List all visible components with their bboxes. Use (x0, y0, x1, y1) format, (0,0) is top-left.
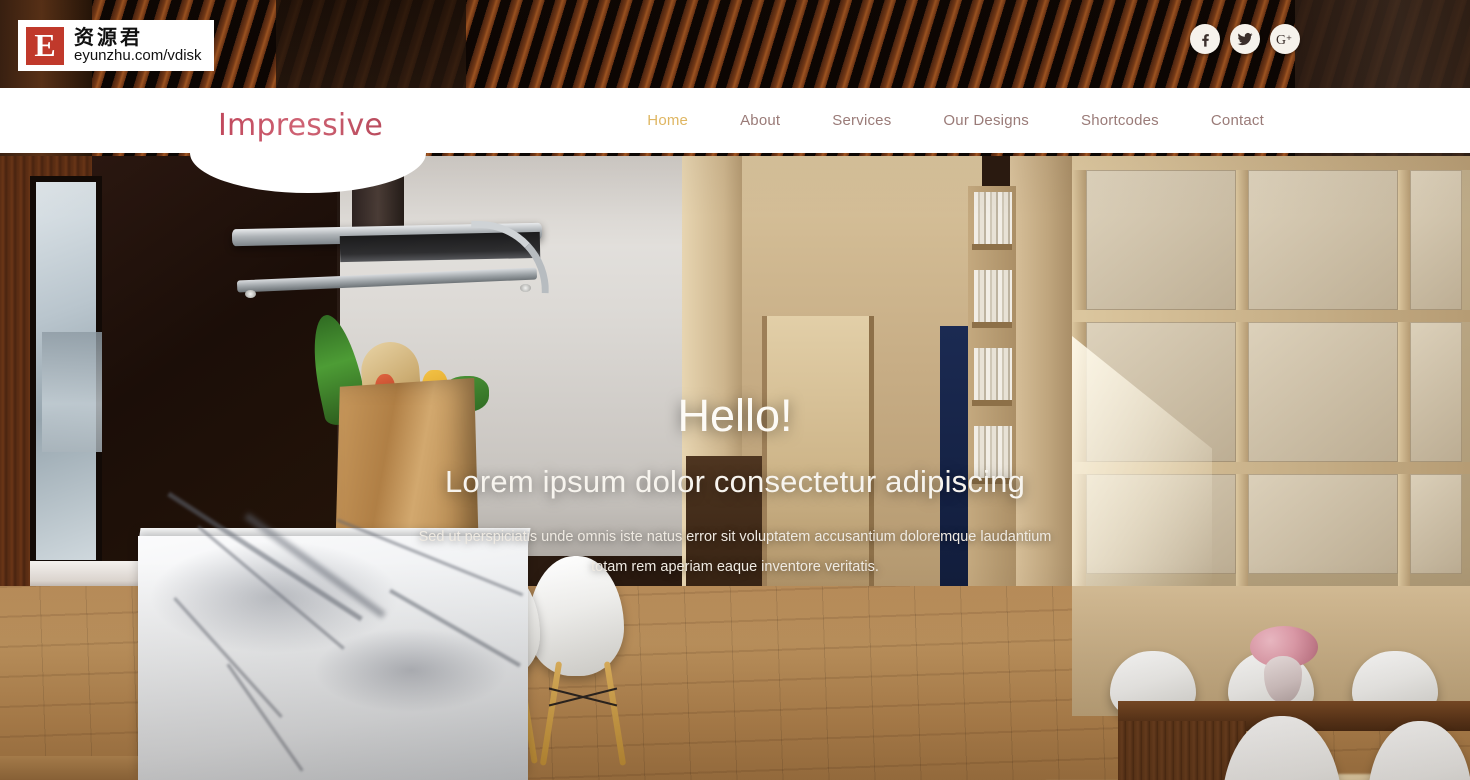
nav-item-our-designs[interactable]: Our Designs (917, 112, 1055, 129)
nav-item-about[interactable]: About (714, 112, 806, 129)
range-hood-light (520, 284, 531, 292)
social-links: G + (1190, 24, 1300, 54)
svg-text:+: + (1286, 32, 1292, 43)
svg-text:G: G (1276, 32, 1286, 47)
nav-item-services[interactable]: Services (806, 112, 917, 129)
nav-item-contact[interactable]: Contact (1185, 112, 1290, 129)
watermark-chinese: 资源君 (74, 25, 143, 50)
watermark-overlay: E 资源君 eyunzhu.com/vdisk (18, 20, 214, 71)
watermark-text: 资源君 eyunzhu.com/vdisk (74, 27, 202, 64)
interior-scene (0, 156, 1470, 780)
page-root: +86 454 764 2577 G+ Impressive Home Abou… (0, 0, 1470, 780)
top-bar: +86 454 764 2577 G+ (0, 0, 1470, 88)
left-window (30, 176, 102, 566)
shelf-divider (972, 400, 1012, 406)
shelf-books (974, 348, 1012, 400)
googleplus-icon[interactable]: G + (1270, 24, 1300, 54)
watermark-badge: E (24, 24, 66, 67)
shelf-divider (972, 478, 1012, 484)
nav-item-shortcodes[interactable]: Shortcodes (1055, 112, 1185, 129)
site-logo[interactable]: Impressive (218, 108, 383, 143)
shelf-books (974, 426, 1012, 478)
facebook-icon[interactable] (1190, 24, 1220, 54)
shelf-books (974, 192, 1012, 244)
blue-wall-strip (940, 326, 970, 626)
range-hood-light (245, 290, 256, 298)
watermark-url: eyunzhu.com/vdisk (74, 47, 202, 65)
twitter-icon[interactable] (1230, 24, 1260, 54)
flower-vase (1264, 656, 1302, 702)
dark-wall (92, 156, 337, 576)
shelf-divider (972, 244, 1012, 250)
interior-door (762, 316, 874, 606)
shelf-divider (972, 322, 1012, 328)
nav-menu: Home About Services Our Designs Shortcod… (621, 88, 1290, 153)
pillar-mid (1010, 156, 1072, 626)
nav-item-home[interactable]: Home (621, 112, 714, 129)
shelf-books (974, 270, 1012, 322)
